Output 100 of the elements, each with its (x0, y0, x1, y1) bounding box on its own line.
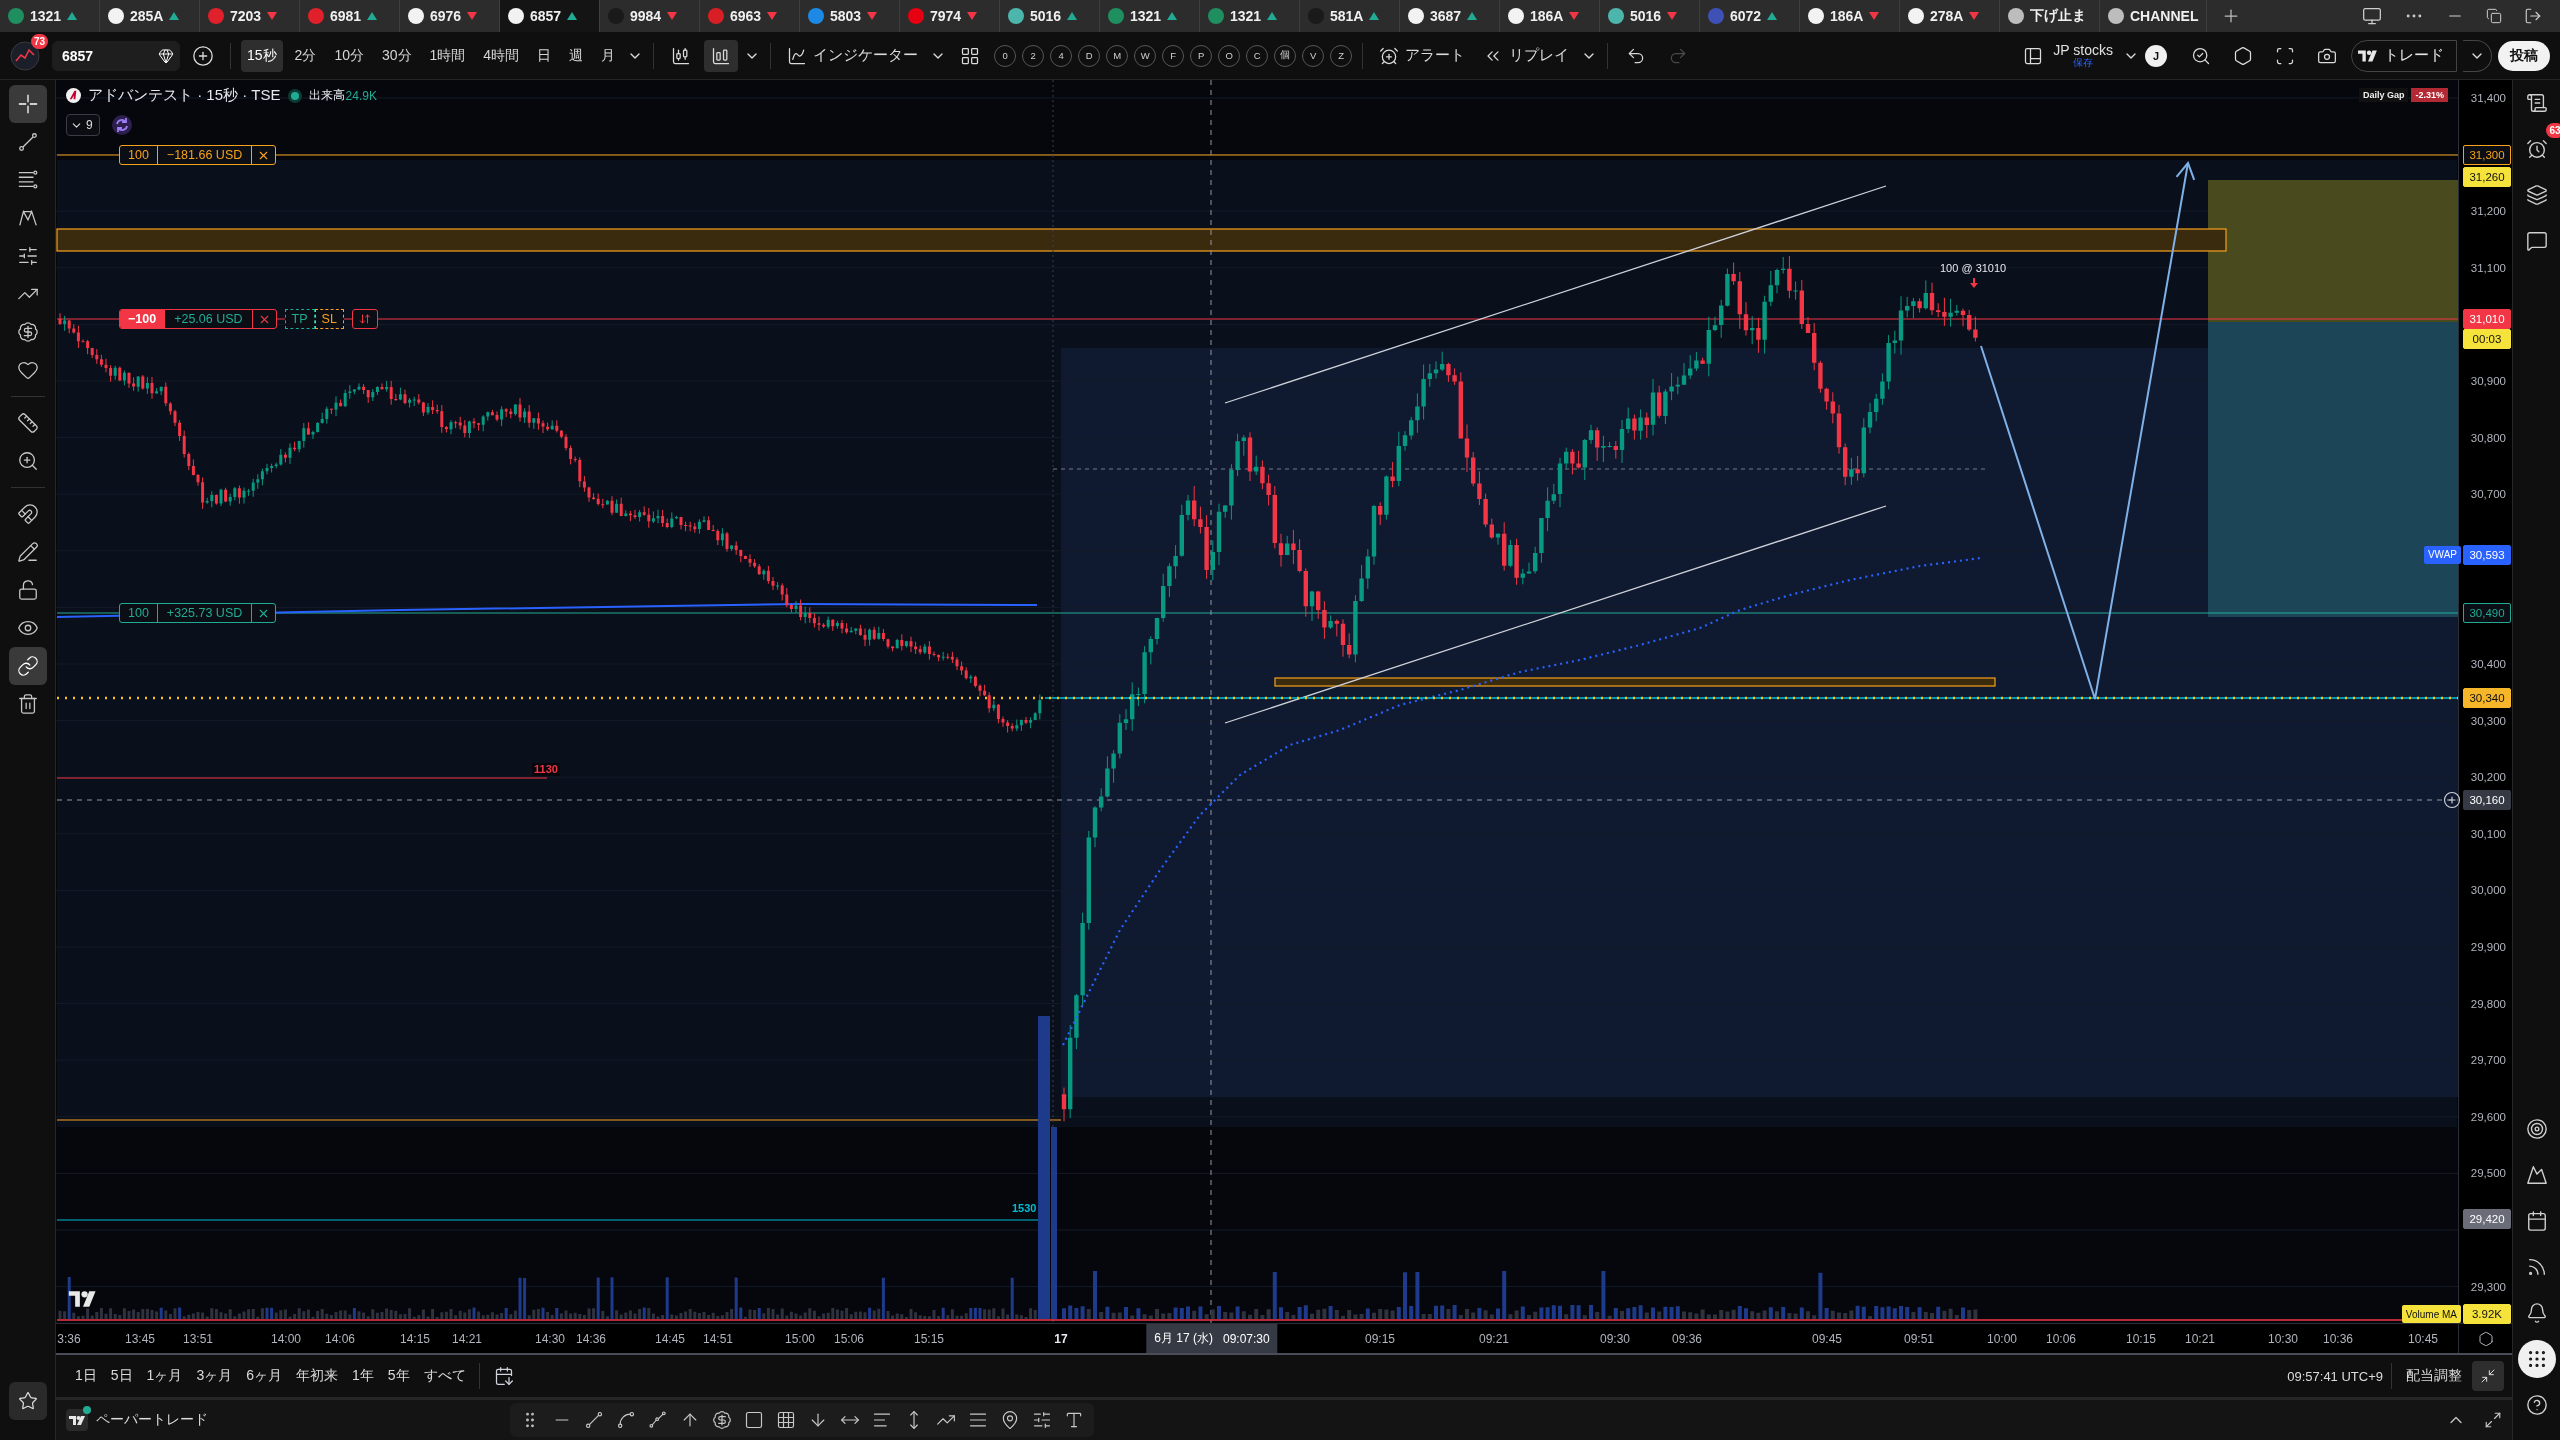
heart-icon (16, 359, 39, 381)
layers-icon (2525, 184, 2548, 206)
range-button[interactable]: 5日 (105, 1362, 138, 1390)
text-tool-icon[interactable] (1064, 1410, 1084, 1430)
price-tick: 30,000 (2470, 884, 2506, 897)
collapse-button[interactable] (2472, 1361, 2504, 1391)
range-button[interactable]: 1ヶ月 (141, 1362, 188, 1390)
dollar-sign-icon[interactable] (712, 1410, 732, 1430)
layout-icon[interactable] (2023, 45, 2044, 66)
monitor-icon[interactable] (2362, 6, 2382, 26)
timeframe-tab[interactable]: 1時間 (423, 39, 472, 72)
price-tick: 30,400 (2470, 658, 2506, 670)
line-label: 1130 (532, 763, 560, 776)
add-alert-icon[interactable] (2443, 790, 2461, 809)
time-tick: 14:00 (271, 1332, 301, 1346)
indicators-toggle[interactable]: 9 (66, 114, 100, 136)
timeframe-tab[interactable]: 日 (531, 39, 558, 72)
price-tick: 31,200 (2470, 205, 2506, 218)
crosshair-date: 6月 17 (水) (1154, 1330, 1213, 1347)
range-button[interactable]: すべて (418, 1362, 471, 1390)
trade-button[interactable]: トレード (2351, 39, 2457, 72)
add-symbol-icon[interactable] (192, 44, 214, 67)
range-button[interactable]: 年初来 (291, 1362, 343, 1390)
replay-button[interactable]: リプレイ (1477, 39, 1576, 72)
tool-button[interactable] (8, 85, 47, 123)
time-tick: 14:36 (576, 1332, 606, 1346)
bracket-button[interactable]: SL (314, 309, 344, 329)
time-tick: 09:30 (1600, 1332, 1630, 1346)
price-tick: 29,500 (2470, 1167, 2506, 1180)
calendar-icon[interactable] (493, 1366, 514, 1386)
price-tick: 30,700 (2470, 488, 2506, 501)
timeframe-tab[interactable]: 10分 (328, 39, 370, 72)
logo-icon (66, 88, 81, 103)
time-tick: 10:36 (2323, 1332, 2353, 1346)
range-button[interactable]: 3ヶ月 (191, 1362, 238, 1390)
price-tick: 30,200 (2470, 771, 2506, 784)
bracket-button[interactable]: TP (284, 309, 315, 329)
restore-icon[interactable] (2486, 8, 2502, 24)
publish-button[interactable]: 投稿 (2498, 40, 2550, 71)
ruler-icon (16, 412, 39, 434)
sync-icon[interactable] (111, 115, 132, 135)
order-pnl: +325.73 USD (156, 604, 252, 622)
time-tick: 14:30 (535, 1332, 565, 1346)
sidebar-button[interactable] (2517, 1340, 2556, 1378)
favorite-button[interactable] (8, 1382, 47, 1420)
polyline-icon[interactable] (648, 1410, 668, 1430)
timeframe-tab[interactable]: 月 (595, 39, 622, 72)
map-pin-icon[interactable] (1000, 1410, 1020, 1430)
order-quantity: 100 (127, 605, 150, 622)
reverse-button[interactable] (351, 309, 378, 329)
help-icon (2525, 1394, 2548, 1416)
trend-line-icon[interactable] (584, 1410, 604, 1430)
time-tick: 10:30 (2268, 1332, 2298, 1346)
symbol-search-field[interactable]: 6857 (52, 40, 180, 71)
clock-text: 09:57:41 UTC+9 (2287, 1368, 2383, 1384)
search-icon[interactable] (2191, 45, 2211, 66)
line-chart-icon (787, 45, 808, 66)
range-button[interactable]: 1日 (70, 1362, 102, 1390)
layout-grid-icon[interactable] (960, 45, 981, 66)
time-tick: 09:45 (1812, 1332, 1842, 1346)
calendar-icon (2525, 1210, 2548, 1232)
chart-style-button[interactable] (704, 39, 739, 72)
daily-gap-value: -2.31% (2411, 88, 2448, 102)
timeframe-tab[interactable]: 週 (563, 39, 590, 72)
timeframe-tab[interactable]: 4時間 (477, 39, 526, 72)
range-button[interactable]: 5年 (382, 1362, 415, 1390)
price-tick: 29,800 (2470, 997, 2506, 1010)
range-button[interactable]: 6ヶ月 (241, 1362, 287, 1390)
range-button[interactable]: 1年 (347, 1362, 379, 1390)
indicators-button[interactable]: インジケーター (781, 39, 925, 72)
settings-icon[interactable] (2233, 45, 2253, 66)
rectangle-icon[interactable] (744, 1410, 764, 1430)
user-avatar[interactable]: J (2145, 44, 2167, 67)
timeframe-tab[interactable]: 2分 (288, 39, 323, 72)
adjustment-button[interactable]: 配当調整 (2400, 1367, 2468, 1385)
price-tick: 29,300 (2470, 1280, 2506, 1293)
diamond-icon[interactable] (158, 47, 174, 64)
collapse-icon (2480, 1368, 2496, 1384)
sliders-icon[interactable] (1032, 1410, 1052, 1430)
volume-value: 24.9K (345, 88, 377, 103)
link-icon (16, 655, 39, 677)
dollar-sign-icon (16, 321, 39, 343)
timeframe-tab[interactable]: 30分 (375, 39, 418, 72)
symbol-tab[interactable]: 6857 (500, 0, 600, 32)
tool-button[interactable] (8, 647, 47, 685)
settings-icon[interactable] (2477, 1330, 2494, 1347)
horizontal-lines-icon (16, 169, 39, 191)
bell-icon (2525, 1302, 2548, 1324)
exit-icon[interactable] (2524, 7, 2542, 25)
alert-button[interactable]: アラート (1373, 39, 1472, 72)
crosshair-time: 09:07:30 (1223, 1331, 1270, 1346)
fullscreen-icon[interactable] (2275, 45, 2295, 66)
expand-icon[interactable] (2484, 1411, 2502, 1429)
table-grid-icon[interactable] (776, 1410, 796, 1430)
price-badge: 30,160 (2463, 789, 2511, 810)
layout-button[interactable]: JP stocks 保存 (2049, 42, 2117, 69)
curve-icon[interactable] (616, 1410, 636, 1430)
target-icon (2525, 1118, 2548, 1140)
timeframe-tab[interactable]: 15秒 (241, 39, 283, 72)
chat-icon (2525, 230, 2548, 252)
